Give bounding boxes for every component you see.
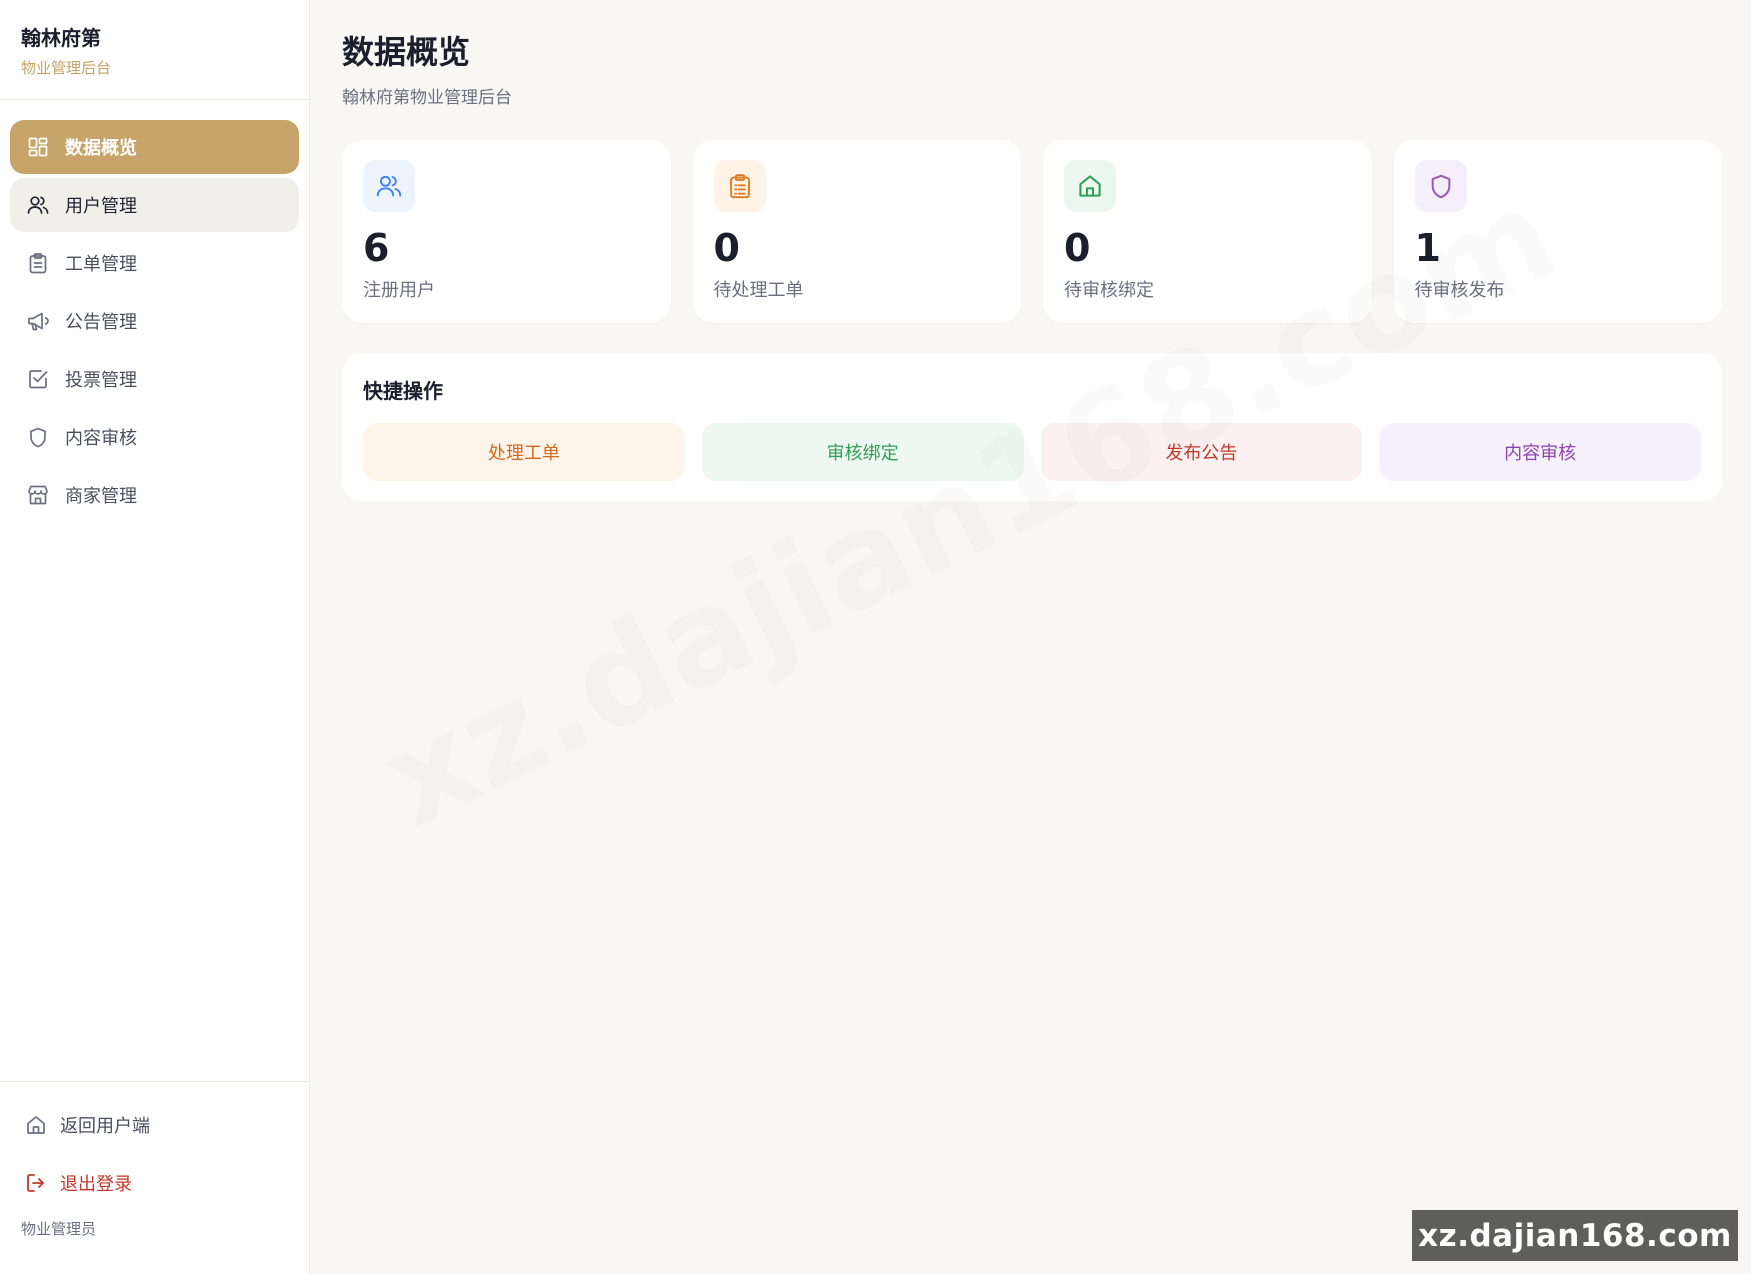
- handle-tickets-button[interactable]: 处理工单: [363, 423, 685, 481]
- stat-card-tickets: 0 待处理工单: [692, 140, 1021, 323]
- page-title: 数据概览: [342, 33, 471, 71]
- stat-card-users: 6 注册用户: [342, 140, 671, 323]
- content-review-button[interactable]: 内容审核: [1379, 423, 1701, 481]
- stat-label: 注册用户: [363, 279, 435, 301]
- stat-label: 待审核绑定: [1064, 279, 1154, 301]
- brand-subtitle: 物业管理后台: [21, 59, 112, 77]
- sidebar-item-label: 商家管理: [65, 486, 137, 507]
- stat-value: 0: [1064, 226, 1091, 270]
- sidebar-item-tickets[interactable]: 工单管理: [10, 236, 299, 290]
- stat-value: 0: [713, 226, 740, 270]
- sidebar-footer: 返回用户端 退出登录 物业管理员: [0, 1081, 309, 1274]
- stat-value: 1: [1414, 226, 1441, 270]
- sidebar-item-label: 用户管理: [65, 196, 137, 217]
- clipboard-icon: [713, 160, 766, 212]
- sidebar-item-users[interactable]: 用户管理: [10, 178, 299, 232]
- store-icon: [27, 484, 49, 506]
- sidebar-item-label: 公告管理: [65, 312, 137, 333]
- sidebar-item-voting[interactable]: 投票管理: [10, 352, 299, 406]
- shield-icon: [27, 426, 49, 448]
- checkbox-icon: [27, 368, 49, 390]
- home-icon: [1064, 160, 1116, 212]
- page-subtitle: 翰林府第物业管理后台: [342, 88, 512, 108]
- logout-label: 退出登录: [60, 1174, 132, 1195]
- stat-label: 待处理工单: [713, 279, 804, 301]
- logout-icon: [25, 1172, 47, 1194]
- review-bindings-button[interactable]: 审核绑定: [701, 423, 1024, 481]
- stat-card-posts: 1 待审核发布: [1393, 140, 1722, 323]
- user-role: 物业管理员: [21, 1220, 97, 1238]
- main-content: 数据概览 翰林府第物业管理后台 6 注册用户 0 待处理工单 0 待审核绑定 1…: [342, 0, 1722, 501]
- dashboard-icon: [27, 136, 49, 158]
- corner-watermark: xz.dajian168.com: [1412, 1210, 1738, 1261]
- stat-value: 6: [363, 226, 390, 270]
- sidebar-item-merchants[interactable]: 商家管理: [10, 468, 299, 522]
- home-icon: [25, 1114, 47, 1136]
- sidebar-item-announcements[interactable]: 公告管理: [10, 294, 299, 348]
- sidebar-item-label: 投票管理: [65, 370, 137, 391]
- sidebar-item-dashboard[interactable]: 数据概览: [10, 120, 299, 174]
- quick-actions-title: 快捷操作: [363, 379, 443, 403]
- quick-actions-row: 处理工单 审核绑定 发布公告 内容审核: [363, 423, 1701, 481]
- stat-label: 待审核发布: [1414, 279, 1505, 301]
- users-icon: [363, 160, 415, 212]
- sidebar-item-moderation[interactable]: 内容审核: [10, 410, 299, 464]
- sidebar-item-label: 工单管理: [65, 254, 137, 275]
- publish-announcement-button[interactable]: 发布公告: [1040, 423, 1363, 481]
- brand-title: 翰林府第: [21, 26, 101, 50]
- sidebar: 翰林府第 物业管理后台 数据概览 用户管理 工单管理 公告管理 投票管理 内容审…: [0, 0, 310, 1274]
- clipboard-icon: [27, 252, 49, 274]
- brand: 翰林府第 物业管理后台: [0, 0, 309, 100]
- shield-icon: [1414, 160, 1467, 212]
- stats-row: 6 注册用户 0 待处理工单 0 待审核绑定 1 待审核发布: [342, 140, 1722, 323]
- megaphone-icon: [27, 310, 49, 332]
- quick-actions-panel: 快捷操作 处理工单 审核绑定 发布公告 内容审核: [342, 353, 1722, 501]
- sidebar-item-label: 数据概览: [65, 138, 137, 159]
- sidebar-nav: 数据概览 用户管理 工单管理 公告管理 投票管理 内容审核 商家管理: [0, 100, 309, 522]
- logout-button[interactable]: 退出登录: [25, 1168, 309, 1198]
- back-to-user-label: 返回用户端: [60, 1116, 150, 1137]
- back-to-user-link[interactable]: 返回用户端: [25, 1110, 309, 1140]
- sidebar-item-label: 内容审核: [65, 428, 137, 449]
- users-icon: [27, 194, 49, 216]
- stat-card-bindings: 0 待审核绑定: [1043, 140, 1372, 323]
